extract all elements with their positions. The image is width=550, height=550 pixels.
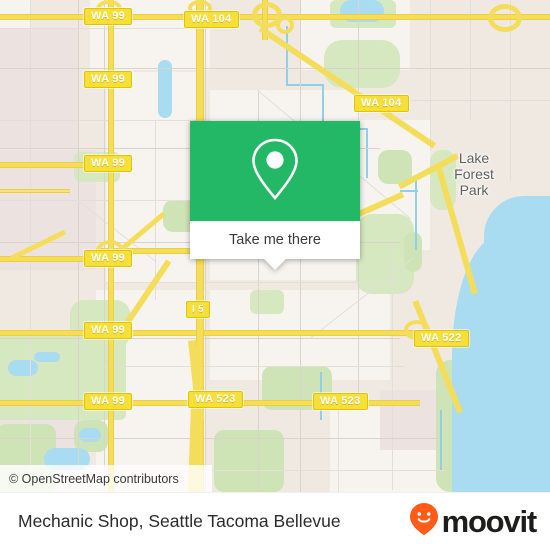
minor-road — [410, 100, 550, 101]
highway-minor — [0, 189, 70, 193]
take-me-there-label: Take me there — [229, 232, 321, 248]
place-label-line: Forest — [454, 166, 494, 182]
park-area — [250, 290, 284, 314]
moovit-pin-smiley-icon — [409, 502, 439, 541]
highway-shield: WA 104 — [354, 95, 409, 112]
moovit-logo[interactable]: moovit — [409, 502, 538, 541]
take-me-there-button[interactable]: Take me there — [190, 221, 360, 259]
minor-road — [430, 0, 431, 150]
stream — [366, 128, 368, 178]
highway-interchange-loop — [276, 16, 294, 34]
moovit-wordmark: moovit — [441, 503, 538, 539]
highway-shield: WA 104 — [184, 11, 239, 28]
page-title: Mechanic Shop, Seattle Tacoma Bellevue — [18, 511, 341, 531]
highway-shield: WA 522 — [414, 330, 469, 347]
highway-shield: WA 99 — [84, 71, 133, 88]
highway-wa-99-spur — [0, 162, 96, 168]
park-area — [214, 430, 284, 492]
stream — [440, 410, 442, 470]
highway-shield: WA 99 — [84, 322, 133, 339]
minor-road — [0, 28, 210, 29]
place-label-line: Park — [459, 182, 489, 198]
lake-washington-north — [484, 196, 550, 246]
highway-shield: WA 99 — [84, 155, 133, 172]
minor-road — [0, 200, 206, 201]
location-popup[interactable]: Take me there — [190, 121, 360, 270]
map-pin-icon — [248, 137, 302, 206]
highway-shield: WA 523 — [313, 393, 368, 410]
land-block — [0, 28, 78, 148]
footer-bar: Mechanic Shop, Seattle Tacoma Bellevue m… — [0, 492, 550, 550]
park-area — [404, 232, 422, 272]
minor-road — [104, 366, 404, 367]
highway-shield: I 5 — [186, 301, 211, 318]
highway-wa-99-cross — [0, 330, 420, 336]
minor-road — [0, 68, 550, 69]
minor-road — [392, 240, 393, 490]
map-attribution[interactable]: © OpenStreetMap contributors — [0, 465, 212, 492]
minor-road — [0, 438, 440, 439]
small-lake — [79, 428, 101, 442]
highway-shield: WA 99 — [84, 393, 133, 410]
place-label-lake-forest-park: Lake Forest Park — [436, 150, 512, 198]
small-lake — [34, 352, 60, 362]
minor-road — [78, 0, 79, 492]
attribution-text: © OpenStreetMap contributors — [9, 471, 179, 486]
stream — [400, 190, 418, 192]
highway-interchange-loop — [488, 4, 522, 32]
minor-road — [338, 400, 339, 492]
popup-header — [190, 121, 360, 221]
map-canvas[interactable]: Lake Forest Park WA 99 WA 104 WA 99 WA 1… — [0, 0, 550, 492]
highway-shield: WA 523 — [188, 391, 243, 408]
place-label-line: Lake — [458, 150, 490, 166]
land-block — [380, 390, 440, 450]
minor-road — [0, 120, 210, 121]
stream — [286, 26, 288, 84]
highway-shield: WA 99 — [84, 8, 133, 25]
map-screenshot: Lake Forest Park WA 99 WA 104 WA 99 WA 1… — [0, 0, 550, 550]
stream — [286, 84, 324, 86]
small-lake — [8, 360, 38, 376]
highway-shield: WA 99 — [84, 250, 133, 267]
popup-tail — [264, 259, 286, 270]
